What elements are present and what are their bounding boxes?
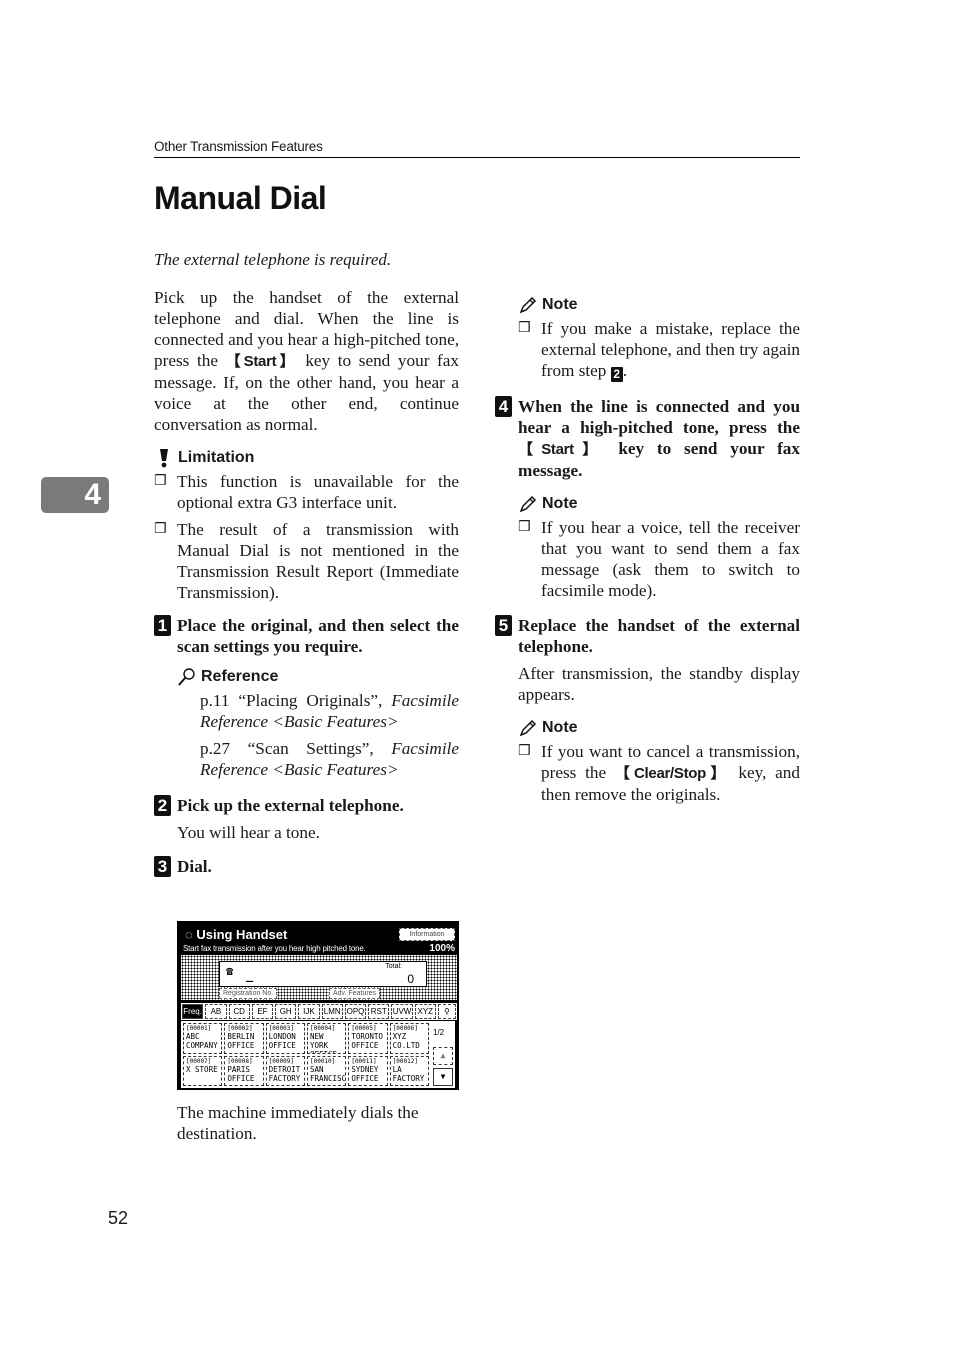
search-icon[interactable]: ⚲ xyxy=(437,1004,456,1019)
destination-key[interactable]: [00004]NEW YORK OFFICE xyxy=(306,1023,347,1054)
step-number-badge: 3 xyxy=(154,856,171,877)
checkbox-bullet-icon: ❒ xyxy=(518,519,531,535)
tab-xyz[interactable]: XYZ xyxy=(414,1004,436,1019)
step-number-badge: 5 xyxy=(495,615,512,636)
step-1: 1 Place the original, and then select th… xyxy=(154,615,459,657)
reference-link[interactable]: p.27 “Scan Settings”, Facsimile Referenc… xyxy=(177,738,459,780)
note-item: ❒ If you hear a voice, tell the receiver … xyxy=(518,518,800,600)
lcd-title: ◌ Using Handset xyxy=(185,927,288,942)
destination-key[interactable]: [00005] TORONTO OFFICE xyxy=(348,1023,388,1054)
pencil-icon xyxy=(519,719,537,737)
destination-key[interactable]: [00006] XYZ CO.LTD xyxy=(389,1023,429,1054)
total-label: Total: xyxy=(385,963,402,970)
page-indicator: 1/2 xyxy=(433,1028,445,1037)
reference-heading: Reference xyxy=(177,666,459,687)
note-section: Note ❒ If you make a mistake, replace the… xyxy=(495,294,800,382)
checkbox-bullet-icon: ❒ xyxy=(154,473,167,489)
step-ref-badge: 2 xyxy=(610,367,623,382)
tab-lmn[interactable]: LMN xyxy=(321,1004,343,1019)
reference-link[interactable]: p.11 “Placing Originals”, Facsimile Refe… xyxy=(177,690,459,732)
step-3-body: The machine immediately dials the destin… xyxy=(177,1103,419,1143)
start-key: 【Start】 xyxy=(225,353,298,370)
scroll-down-button[interactable]: ▼ xyxy=(433,1068,453,1086)
destination-key[interactable]: [00002] BERLIN OFFICE xyxy=(224,1023,264,1054)
destination-key[interactable]: [00009] DETROIT FACTORY xyxy=(265,1055,305,1086)
tab-ijk[interactable]: IJK xyxy=(298,1004,320,1019)
registration-no-button[interactable]: Registration No. xyxy=(219,988,278,999)
step-2-body: You will hear a tone. xyxy=(177,823,320,842)
lcd-pager: 1/2 ▲ ▼ xyxy=(431,1021,455,1088)
destination-key[interactable]: [00012] LA FACTORY xyxy=(389,1055,429,1086)
checkbox-bullet-icon: ❒ xyxy=(518,743,531,759)
chapter-tab: 4 xyxy=(41,477,109,513)
destination-key[interactable]: [00010]SAN FRANCISCO xyxy=(306,1055,347,1086)
chapter-number: 4 xyxy=(84,478,101,511)
telephone-icon: ☎ xyxy=(226,964,234,978)
tab-uvw[interactable]: UVW xyxy=(391,1004,413,1019)
lcd-title-bar: ◌ Using Handset Start fax transmission a… xyxy=(181,925,457,955)
information-button[interactable]: Information xyxy=(399,928,455,941)
limitation-item: ❒ This function is unavailable for the op… xyxy=(154,472,459,512)
total-value: 0 xyxy=(407,972,414,986)
left-column: Pick up the handset of the external tele… xyxy=(154,287,459,877)
step-number-badge: 4 xyxy=(495,396,512,417)
tab-opq[interactable]: OPQ xyxy=(344,1004,367,1019)
checkbox-bullet-icon: ❒ xyxy=(518,320,531,336)
clear-stop-key: 【Clear/Stop】 xyxy=(614,765,730,782)
destination-key[interactable]: [00003] LONDON OFFICE xyxy=(265,1023,305,1054)
exclamation-icon xyxy=(160,449,168,468)
destination-key[interactable]: [00011] SYDNEY OFFICE xyxy=(348,1055,388,1086)
tab-rst[interactable]: RST xyxy=(368,1004,390,1019)
step-5: 5 Replace the handset of the external te… xyxy=(495,615,800,657)
input-cursor: _ xyxy=(246,968,254,982)
reference-section: Reference p.11 “Placing Originals”, Facs… xyxy=(154,666,459,780)
note-section: Note ❒ If you hear a voice, tell the rece… xyxy=(495,493,800,601)
tab-ef[interactable]: EF xyxy=(251,1004,274,1019)
pencil-icon xyxy=(519,495,537,513)
destination-key[interactable]: [00001] ABC COMPANY xyxy=(183,1023,223,1054)
tab-ab[interactable]: AB xyxy=(205,1004,227,1019)
note-item: ❒ If you want to cancel a transmission, p… xyxy=(518,742,800,804)
adv-features-button[interactable]: Adv. Features xyxy=(329,988,381,999)
limitation-item: ❒ The result of a transmission with Manua… xyxy=(154,520,459,602)
dial-number-field[interactable]: ☎ _ Total: 0 xyxy=(219,961,427,987)
limitation-heading: Limitation xyxy=(154,447,459,468)
fax-lcd-screen: ◌ Using Handset Start fax transmission a… xyxy=(177,921,459,1090)
checkbox-bullet-icon: ❒ xyxy=(154,521,167,537)
intro-paragraph: Pick up the handset of the external tele… xyxy=(154,288,459,434)
memory-counter: 100% xyxy=(429,943,455,954)
start-key: 【Start】 xyxy=(518,441,606,458)
lcd-message: Start fax transmission after you hear hi… xyxy=(183,944,366,953)
destination-grid: [00001] ABC COMPANY [00002] BERLIN OFFICE … xyxy=(181,1021,431,1088)
step-2: 2 Pick up the external telephone. xyxy=(154,795,459,816)
destination-key[interactable]: [00007] X STORE xyxy=(183,1055,223,1086)
note-item: ❒ If you make a mistake, replace the exte… xyxy=(518,319,800,382)
note-section: Note ❒ If you want to cancel a transmissi… xyxy=(495,717,800,805)
limitation-section: Limitation ❒ This function is unavailable… xyxy=(154,447,459,603)
destination-key[interactable]: [00008] PARIS OFFICE xyxy=(224,1055,264,1086)
scroll-up-button[interactable]: ▲ xyxy=(433,1047,453,1065)
running-head: Other Transmission Features xyxy=(154,139,800,158)
page-title: Manual Dial xyxy=(154,180,327,216)
step-4: 4 When the line is connected and you hea… xyxy=(495,396,800,481)
step-5-body: After transmission, the standby display … xyxy=(518,664,800,704)
magnifier-icon xyxy=(178,668,195,686)
step-number-badge: 1 xyxy=(154,615,171,636)
pencil-icon xyxy=(519,296,537,314)
lcd-dial-area: ☎ _ Total: 0 Registration No. Adv. Featu… xyxy=(181,955,457,1000)
page-number: 52 xyxy=(108,1208,129,1228)
lcd-index-tabs: Freq. AB CD EF GH IJK LMN OPQ RST UVW XY… xyxy=(181,1003,457,1020)
step-3: 3 Dial. xyxy=(154,856,459,877)
note-heading: Note xyxy=(518,294,800,315)
tab-cd[interactable]: CD xyxy=(228,1004,250,1019)
requirement-note: The external telephone is required. xyxy=(154,250,392,269)
note-heading: Note xyxy=(518,717,800,738)
tab-gh[interactable]: GH xyxy=(275,1004,297,1019)
right-column: Note ❒ If you make a mistake, replace the… xyxy=(495,294,800,805)
tab-freq[interactable]: Freq. xyxy=(182,1004,204,1019)
step-number-badge: 2 xyxy=(154,795,171,816)
note-heading: Note xyxy=(518,493,800,514)
